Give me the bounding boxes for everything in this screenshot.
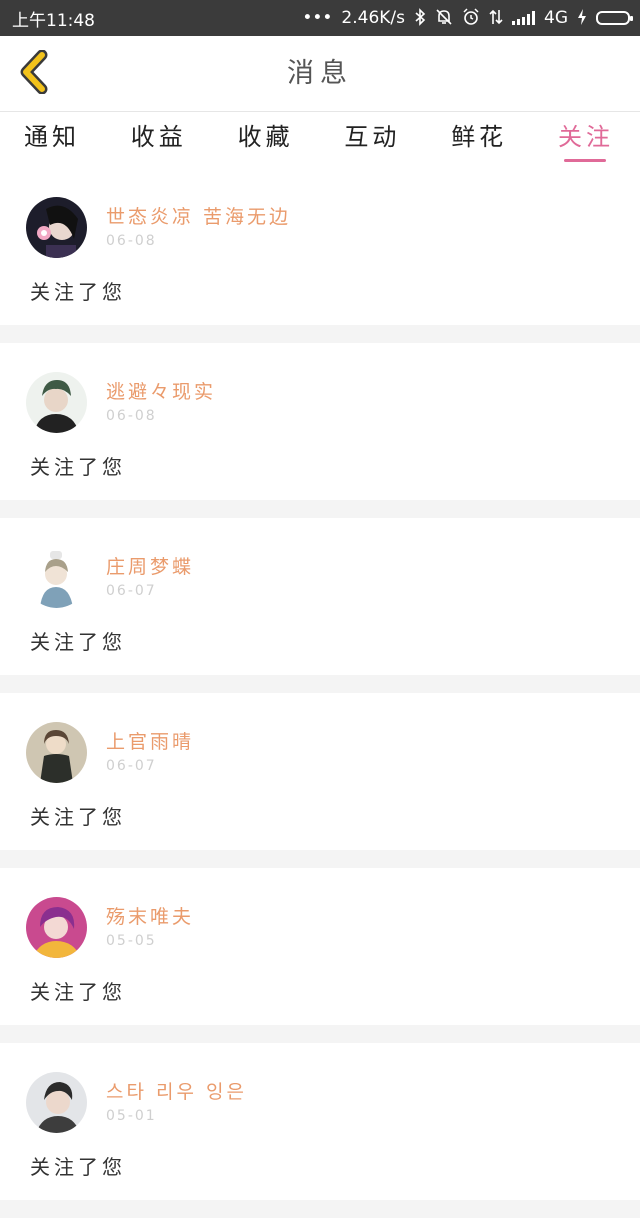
avatar[interactable] — [26, 372, 87, 433]
user-name[interactable]: 世态炎凉 苦海无边 — [106, 202, 291, 229]
status-icons: ••• 2.46K/s 4G — [302, 7, 633, 29]
battery-icon — [596, 11, 633, 25]
list-item[interactable]: 庄周梦蝶 06-07 关注了您 — [0, 518, 640, 693]
network-speed: 2.46K/s — [341, 8, 405, 28]
user-name[interactable]: 殇末唯夫 — [106, 902, 194, 929]
avatar[interactable] — [26, 897, 87, 958]
follow-message: 关注了您 — [30, 280, 126, 304]
list-item[interactable]: 逃避々现实 06-08 关注了您 — [0, 343, 640, 518]
avatar[interactable] — [26, 722, 87, 783]
follow-list: 世态炎凉 苦海无边 06-08 关注了您 逃避々现实 06-08 关注了您 庄周… — [0, 168, 640, 1218]
follow-date: 06-07 — [106, 758, 157, 774]
list-item[interactable]: 世态炎凉 苦海无边 06-08 关注了您 — [0, 168, 640, 343]
tab-interactions[interactable]: 互动 — [344, 112, 400, 168]
status-time: 上午11:48 — [12, 10, 95, 31]
data-arrows-icon — [489, 8, 503, 29]
tab-earnings[interactable]: 收益 — [131, 112, 187, 168]
header-bar: 消息 — [0, 36, 640, 112]
follow-message: 关注了您 — [30, 630, 126, 654]
avatar[interactable] — [26, 547, 87, 608]
follow-message: 关注了您 — [30, 1155, 126, 1179]
user-name[interactable]: 逃避々现实 — [106, 377, 216, 404]
avatar[interactable] — [26, 1072, 87, 1133]
user-name[interactable]: 上官雨晴 — [106, 727, 194, 754]
status-dots: ••• — [302, 8, 333, 28]
network-type: 4G — [544, 8, 568, 28]
follow-date: 06-08 — [106, 408, 157, 424]
tab-flowers[interactable]: 鲜花 — [451, 112, 507, 168]
charging-icon — [577, 8, 587, 29]
user-name[interactable]: 庄周梦蝶 — [106, 552, 194, 579]
alarm-icon — [462, 7, 480, 29]
tab-favorites[interactable]: 收藏 — [238, 112, 294, 168]
list-item[interactable]: 스타 리우 잉은 05-01 关注了您 — [0, 1043, 640, 1218]
follow-date: 05-01 — [106, 1108, 157, 1124]
avatar[interactable] — [26, 197, 87, 258]
page-title: 消息 — [287, 58, 353, 89]
follow-date: 05-05 — [106, 933, 157, 949]
follow-date: 06-07 — [106, 583, 157, 599]
tab-follows[interactable]: 关注 — [558, 112, 614, 168]
follow-message: 关注了您 — [30, 455, 126, 479]
list-item[interactable]: 上官雨晴 06-07 关注了您 — [0, 693, 640, 868]
bluetooth-icon — [414, 7, 426, 29]
tab-notifications[interactable]: 通知 — [24, 112, 80, 168]
list-item[interactable]: 殇末唯夫 05-05 关注了您 — [0, 868, 640, 1043]
tab-bar: 通知 收益 收藏 互动 鲜花 关注 — [0, 112, 640, 168]
status-bar: 上午11:48 ••• 2.46K/s 4G — [0, 0, 640, 36]
follow-date: 06-08 — [106, 233, 157, 249]
mute-bell-icon — [435, 8, 453, 29]
follow-message: 关注了您 — [30, 805, 126, 829]
follow-message: 关注了您 — [30, 980, 126, 1004]
user-name[interactable]: 스타 리우 잉은 — [106, 1077, 247, 1104]
signal-icon — [512, 11, 535, 25]
